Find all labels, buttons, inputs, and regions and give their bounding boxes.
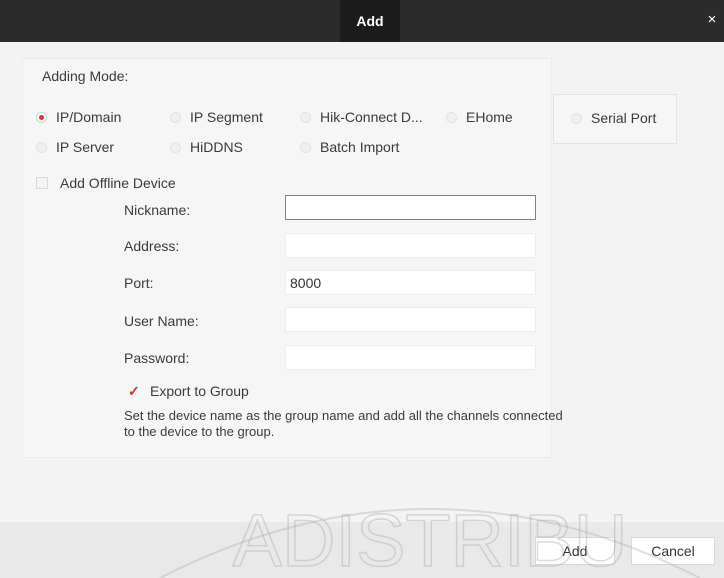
address-field[interactable]	[285, 233, 536, 258]
dialog-footer: Add Cancel	[0, 522, 724, 578]
close-icon[interactable]: ×	[704, 12, 720, 28]
radio-ehome[interactable]: EHome	[446, 109, 513, 125]
radio-label: Hik-Connect D...	[320, 109, 423, 125]
radio-unselected-icon	[170, 111, 181, 123]
radio-label: IP Server	[56, 139, 115, 155]
address-label: Address:	[124, 238, 180, 254]
username-field[interactable]	[285, 307, 536, 332]
radio-label: IP/Domain	[56, 109, 122, 125]
radio-hik-connect[interactable]: Hik-Connect D...	[300, 109, 423, 125]
add-offline-device-checkbox[interactable]: Add Offline Device	[36, 175, 176, 191]
add-offline-device-label: Add Offline Device	[60, 175, 176, 191]
radio-unselected-icon	[446, 111, 457, 123]
dialog-body: Adding Mode: IP/Domain IP Segment Hik-Co…	[0, 42, 724, 522]
radio-ip-server[interactable]: IP Server	[36, 139, 114, 155]
dialog-titlebar: Add ×	[0, 0, 724, 42]
radio-unselected-icon	[170, 141, 181, 153]
radio-ip-segment[interactable]: IP Segment	[170, 109, 263, 125]
radio-batch-import[interactable]: Batch Import	[300, 139, 399, 155]
cancel-button[interactable]: Cancel	[631, 537, 715, 565]
password-field[interactable]	[285, 345, 536, 370]
password-label: Password:	[124, 350, 190, 366]
radio-label: IP Segment	[190, 109, 263, 125]
add-button[interactable]: Add	[535, 537, 615, 565]
username-label: User Name:	[124, 313, 199, 329]
radio-label: Batch Import	[320, 139, 400, 155]
dialog-title: Add	[340, 0, 400, 42]
radio-label: EHome	[466, 109, 513, 125]
port-field[interactable]	[285, 270, 536, 295]
radio-unselected-icon	[36, 141, 47, 153]
radio-serial-port[interactable]: Serial Port	[571, 110, 656, 126]
checkmark-icon: ✓	[128, 383, 140, 399]
checkbox-unchecked-icon	[36, 177, 48, 189]
export-to-group-label: Export to Group	[150, 383, 249, 399]
radio-label: HiDDNS	[190, 139, 243, 155]
radio-selected-icon	[36, 111, 47, 123]
radio-ip-domain[interactable]: IP/Domain	[36, 109, 121, 125]
radio-unselected-icon	[571, 112, 582, 124]
export-to-group-checkbox[interactable]: ✓ Export to Group	[128, 383, 249, 399]
nickname-label: Nickname:	[124, 202, 191, 218]
radio-unselected-icon	[300, 111, 311, 123]
port-label: Port:	[124, 275, 154, 291]
nickname-field[interactable]	[285, 195, 536, 220]
radio-unselected-icon	[300, 141, 311, 153]
export-group-hint: Set the device name as the group name an…	[124, 408, 563, 439]
radio-hiddns[interactable]: HiDDNS	[170, 139, 243, 155]
adding-mode-label: Adding Mode:	[42, 68, 129, 84]
radio-label: Serial Port	[591, 110, 657, 126]
